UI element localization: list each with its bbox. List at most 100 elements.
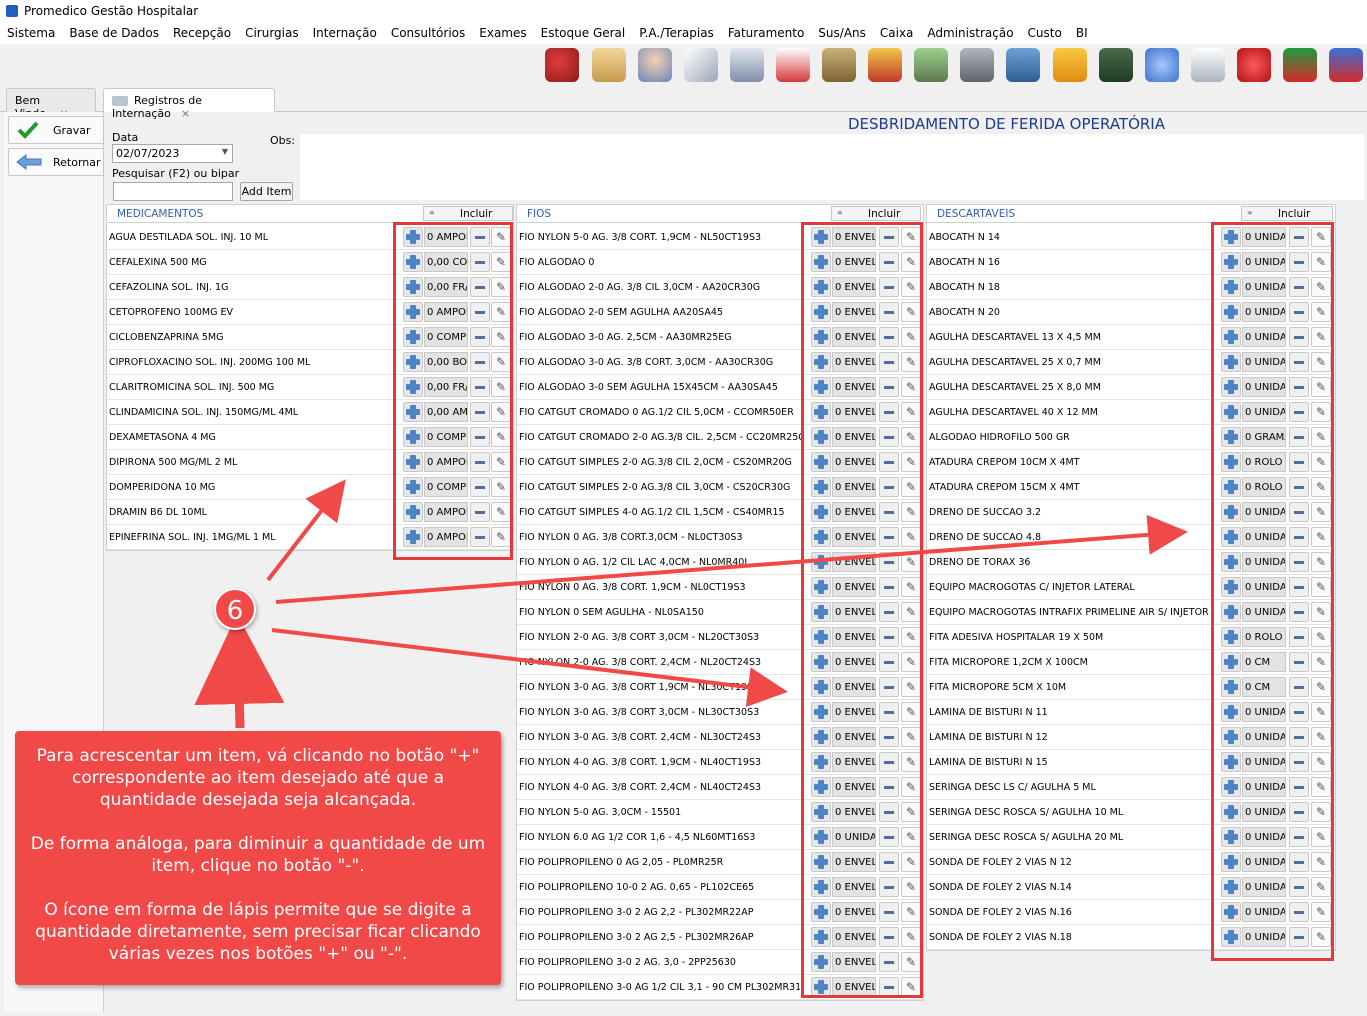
item-name: EQUIPO MACROGOTAS INTRAFIX PRIMELINE AIR… [929, 607, 1209, 618]
menu-internacao[interactable]: Internação [313, 26, 377, 40]
item-name: FIO NYLON 6.0 AG 1/2 COR 1,6 - 4,5 NL60M… [519, 832, 756, 843]
item-name: FITA MICROPORE 1,2CM X 100CM [929, 657, 1088, 668]
item-name: DRENO DE SUCCAO 4.8 [929, 532, 1042, 543]
tab-registros-internacao[interactable]: Registros de Internação × [103, 88, 275, 120]
item-name: SONDA DE FOLEY 2 VIAS N.16 [929, 907, 1072, 918]
power-icon[interactable] [1237, 48, 1271, 82]
item-name: FIO POLIPROPILENO 3-0 2 AG 2,2 - PL302MR… [519, 907, 754, 918]
menu-recepcao[interactable]: Recepção [173, 26, 231, 40]
menu-pa-terapias[interactable]: P.A./Terapias [639, 26, 714, 40]
back-button[interactable]: Retornar [8, 148, 104, 176]
boxes-icon[interactable] [822, 48, 856, 82]
item-name: FIO NYLON 2-0 AG. 3/8 CORT 3,0CM - NL20C… [519, 632, 760, 643]
menu-sus-ans[interactable]: Sus/Ans [818, 26, 866, 40]
tab-bem-vindo[interactable]: Bem Vindo.× [6, 88, 96, 120]
calculator-icon[interactable] [1006, 48, 1040, 82]
item-name: SERINGA DESC ROSCA S/ AGULHA 10 ML [929, 807, 1124, 818]
item-name: FIO CATGUT CROMADO 0 AG.1/2 CIL 5,0CM - … [519, 407, 794, 418]
menu-bi[interactable]: BI [1076, 26, 1088, 40]
menu-consultorios[interactable]: Consultórios [391, 26, 465, 40]
window-titlebar: Promedico Gestão Hospitalar [0, 0, 1367, 22]
callout-paragraph: Para acrescentar um item, vá clicando no… [36, 746, 480, 810]
item-name: FIO NYLON 4-0 AG. 3/8 CORT. 1,9CM - NL40… [519, 757, 762, 768]
item-name: DEXAMETASONA 4 MG [109, 432, 216, 443]
date-value: 02/07/2023 [116, 147, 180, 160]
monitor-icon[interactable] [1283, 48, 1317, 82]
item-name: ATADURA CREPOM 10CM X 4MT [929, 457, 1080, 468]
date-label: Data [112, 131, 139, 144]
item-name: FIO ALGODAO 3-0 SEM AGULHA 15X45CM - AA3… [519, 382, 778, 393]
add-item-button[interactable]: Add Item [240, 182, 293, 201]
book-icon[interactable] [1099, 48, 1133, 82]
menu-cirurgias[interactable]: Cirurgias [245, 26, 299, 40]
item-name: AGULHA DESCARTAVEL 13 X 4,5 MM [929, 332, 1101, 343]
item-name: CETOPROFENO 100MG EV [109, 307, 234, 318]
prescription-icon[interactable] [684, 48, 718, 82]
instruction-callout: Para acrescentar um item, vá clicando no… [15, 731, 501, 985]
stock-icon[interactable] [868, 48, 902, 82]
item-name: FIO NYLON 2-0 AG. 3/8 CORT. 2,4CM - NL20… [519, 657, 762, 668]
save-label: Gravar [53, 123, 91, 137]
menu-custo[interactable]: Custo [1028, 26, 1062, 40]
money-icon[interactable] [914, 48, 948, 82]
include-button[interactable]: ⚭ Incluir [423, 206, 513, 221]
patients-icon[interactable] [592, 48, 626, 82]
save-button[interactable]: Gravar [8, 116, 104, 144]
back-label: Retornar [53, 155, 101, 169]
menu-base-de-dados[interactable]: Base de Dados [69, 26, 159, 40]
include-label: Incluir [460, 208, 493, 220]
item-name: AGULHA DESCARTAVEL 25 X 0,7 MM [929, 357, 1101, 368]
item-name: FIO ALGODAO 2-0 SEM AGULHA AA20SA45 [519, 307, 723, 318]
item-name: DRENO DE TORAX 36 [929, 557, 1031, 568]
chevron-down-icon[interactable]: ▼ [222, 147, 228, 156]
item-name: FIO NYLON 0 AG. 3/8 CORT. 1,9CM - NL0CT1… [519, 582, 746, 593]
item-name: FIO NYLON 3-0 AG. 3/8 CORT. 2,4CM - NL30… [519, 732, 762, 743]
menu-sistema[interactable]: Sistema [7, 26, 55, 40]
tab-strip: Bem Vindo.× Registros de Internação× [0, 88, 1367, 120]
obs-field[interactable] [300, 134, 1364, 200]
menu-exames[interactable]: Exames [479, 26, 526, 40]
report-icon[interactable] [1191, 48, 1225, 82]
include-button[interactable]: ⚭ Incluir [1241, 206, 1333, 221]
menu-administracao[interactable]: Administração [927, 26, 1013, 40]
menu-bar: Sistema Base de Dados Recepção Cirurgias… [0, 22, 1367, 44]
close-icon[interactable]: × [181, 107, 190, 120]
item-name: ABOCATH N 18 [929, 282, 1000, 293]
doctor-icon[interactable] [638, 48, 672, 82]
item-name: FIO ALGODAO 3-0 AG. 2,5CM - AA30MR25EG [519, 332, 732, 343]
chat-icon[interactable] [1145, 48, 1179, 82]
search-input[interactable] [113, 182, 233, 201]
callout-paragraph: O ícone em forma de lápis permite que se… [35, 900, 481, 964]
menu-faturamento[interactable]: Faturamento [728, 26, 804, 40]
item-name: FIO CATGUT SIMPLES 2-0 AG.3/8 CIL 2,0CM … [519, 457, 792, 468]
toolbar [0, 44, 1367, 88]
item-name: FIO POLIPROPILENO 3-0 AG 1/2 CIL 3,1 - 9… [519, 982, 804, 993]
refresh-icon[interactable] [545, 48, 579, 82]
printer-icon[interactable] [730, 48, 764, 82]
date-field[interactable]: 02/07/2023 ▼ [112, 144, 233, 163]
include-button[interactable]: ⚭ Incluir [831, 206, 921, 221]
item-name: CLINDAMICINA SOL. INJ. 150MG/ML 4ML [109, 407, 299, 418]
phone-book-icon[interactable] [1053, 48, 1087, 82]
search-label: Pesquisar (F2) ou bipar [112, 167, 240, 180]
item-name: FIO ALGODAO 3-0 AG. 3/8 CORT. 3,0CM - AA… [519, 357, 774, 368]
item-name: FIO NYLON 0 AG. 1/2 CIL LAC 4,0CM - NL0M… [519, 557, 750, 568]
item-name: AGULHA DESCARTAVEL 25 X 8,0 MM [929, 382, 1101, 393]
item-name: FIO POLIPROPILENO 3-0 2 AG. 3,0 - 2PP256… [519, 957, 736, 968]
item-name: FIO NYLON 5-0 AG. 3/8 CORT. 1,9CM - NL50… [519, 232, 762, 243]
item-name: ALGODAO HIDROFILO 500 GR [929, 432, 1070, 443]
step-badge: 6 [214, 588, 256, 630]
item-name: DIPIRONA 500 MG/ML 2 ML [109, 457, 238, 468]
menu-estoque-geral[interactable]: Estoque Geral [541, 26, 626, 40]
item-name: FIO POLIPROPILENO 10-0 2 AG. 0,65 - PL10… [519, 882, 755, 893]
item-name: SONDA DE FOLEY 2 VIAS N.14 [929, 882, 1072, 893]
exit-icon[interactable] [1329, 48, 1363, 82]
item-name: FIO NYLON 3-0 AG. 3/8 CORT 3,0CM - NL30C… [519, 707, 760, 718]
menu-caixa[interactable]: Caixa [880, 26, 914, 40]
item-name: FITA ADESIVA HOSPITALAR 19 X 50M [929, 632, 1104, 643]
ambulance-icon[interactable] [776, 48, 810, 82]
item-name: CEFAZOLINA SOL. INJ. 1G [109, 282, 229, 293]
item-name: ABOCATH N 20 [929, 307, 1000, 318]
safe-icon[interactable] [960, 48, 994, 82]
window-title: Promedico Gestão Hospitalar [24, 4, 199, 18]
